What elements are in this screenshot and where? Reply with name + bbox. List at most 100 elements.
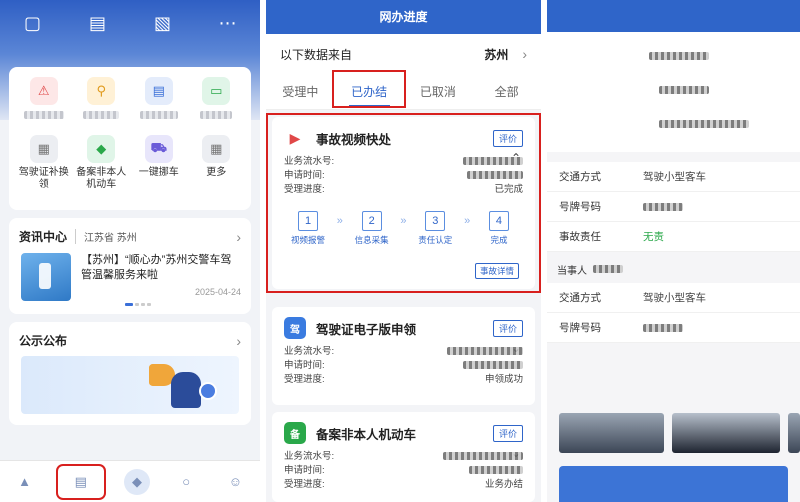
service-label: 一键挪车 xyxy=(138,167,179,178)
record-accident[interactable]: ▶ 事故视频快处 评价 ⌃ 业务流水号: 申请时间: 受理进度:已完成 1视频报… xyxy=(272,117,535,289)
service-label: 驾驶证补换领 xyxy=(18,167,69,190)
party-label: 当事人 xyxy=(557,265,587,277)
record-vehicle-filing[interactable]: 备 备案非本人机动车 评价 ⌄ 业务流水号: 申请时间: 受理进度:业务办结 xyxy=(272,412,535,502)
tab-center-icon[interactable]: ◆ xyxy=(123,468,150,495)
notice-card[interactable]: 公示公布 › xyxy=(9,322,251,425)
tab-service-icon[interactable]: ○ xyxy=(173,469,199,495)
alarm-icon: ⚠ xyxy=(29,77,58,105)
field-label: 交通方式 xyxy=(559,171,601,183)
service-more[interactable]: ▦ 更多 xyxy=(188,135,246,197)
service-vehicle-filing[interactable]: ◆ 备案非本人机动车 xyxy=(73,135,131,197)
tab-cancelled[interactable]: 已取消 xyxy=(404,74,473,109)
step-number: 3 xyxy=(425,211,446,231)
record-license-e[interactable]: 驾 驾驶证电子版申领 评价 ⌄ 业务流水号: 申请时间: 受理进度:申领成功 xyxy=(272,307,535,405)
field-label: 事故责任 xyxy=(559,231,601,243)
step-number: 1 xyxy=(298,211,318,231)
field-label: 业务流水号: xyxy=(284,156,335,167)
clock-icon xyxy=(199,382,217,400)
service-label: 备案非本人机动车 xyxy=(76,167,127,190)
field-label: 受理进度: xyxy=(284,184,325,195)
tab-progress-icon[interactable]: ▤ xyxy=(55,463,106,500)
license-badge-icon: 驾 xyxy=(284,317,306,339)
tab-home-icon[interactable]: ▲ xyxy=(12,469,38,495)
source-label: 以下数据来自 xyxy=(280,47,353,62)
photo-thumbnail[interactable] xyxy=(788,413,800,453)
service-item[interactable]: ▤ xyxy=(130,77,188,139)
news-date: 2025-04-24 xyxy=(194,287,241,297)
bottom-tab-bar: ▲ ▤ ◆ ○ ☺ xyxy=(0,460,260,502)
accident-detail-button[interactable]: 事故详情 xyxy=(474,263,519,279)
tab-all[interactable]: 全部 xyxy=(472,74,541,109)
tab-highlight xyxy=(332,70,406,108)
services-card: ⚠ ⚲ ▤ ▭ ▦ 驾驶证补换领 ◆ 备案非本人机动车 ⛟ 一键挪车 ▦ 更多 xyxy=(9,67,251,210)
page-title: 网办进度 xyxy=(266,0,541,34)
field-label: 业务流水号: xyxy=(284,451,335,462)
evaluate-button[interactable]: 评价 xyxy=(492,319,523,337)
source-city: 苏州 xyxy=(484,47,509,62)
record-title: 事故视频快处 xyxy=(316,132,392,147)
record-title: 驾驶证电子版申领 xyxy=(316,322,417,337)
video-alarm-icon: ▶ xyxy=(284,127,306,149)
car-icon[interactable]: ▢ xyxy=(19,12,47,34)
service-license-renew[interactable]: ▦ 驾驶证补换领 xyxy=(15,135,73,197)
wallet-icon[interactable]: ▧ xyxy=(149,12,177,34)
shield-icon: ◆ xyxy=(87,135,116,163)
service-item[interactable]: ⚲ xyxy=(73,77,131,139)
carousel-dots xyxy=(125,303,151,306)
ticket-icon: ▭ xyxy=(202,77,231,105)
evaluate-button[interactable]: 评价 xyxy=(492,424,523,442)
tow-truck-icon: ⛟ xyxy=(144,135,173,163)
step-number: 2 xyxy=(361,211,382,231)
service-item[interactable]: ⚠ xyxy=(15,77,73,139)
field-label: 号牌号码 xyxy=(559,322,601,334)
license-icon: ▦ xyxy=(29,135,58,163)
data-source-row[interactable]: 以下数据来自 苏州 › xyxy=(266,34,541,74)
home-screen: ▢ ▤ ▧ ⋯ ⚠ ⚲ ▤ ▭ ▦ 驾驶证补换领 ◆ 备案非本人机动车 ⛟ 一键… xyxy=(0,0,260,502)
message-icon[interactable]: ⋯ xyxy=(214,12,242,34)
accident-detail-screen: 交通方式 驾驶小型客车 号牌号码 事故责任 无责 当事人 交通方式 驾驶小型客车 号牌… xyxy=(547,0,800,502)
progress-steps: 1 视频报警 » 2 信息采集 » 3 责任认定 » 4 完成 xyxy=(284,211,523,246)
field-label: 申请时间: xyxy=(284,465,325,476)
double-chevron-icon: » xyxy=(400,215,407,227)
liability-value: 无责 xyxy=(643,231,664,243)
service-move-car[interactable]: ⛟ 一键挪车 xyxy=(130,135,188,197)
accident-photos xyxy=(559,413,800,453)
book-icon: ▤ xyxy=(144,77,173,105)
bottom-action-button[interactable] xyxy=(559,466,788,502)
record-status: 已完成 xyxy=(494,184,523,195)
more-grid-icon: ▦ xyxy=(202,135,231,163)
party-a-info: 交通方式 驾驶小型客车 号牌号码 事故责任 无责 xyxy=(547,162,800,252)
record-status: 申领成功 xyxy=(484,374,523,385)
news-location[interactable]: 江苏省 苏州 xyxy=(75,229,137,244)
record-title: 备案非本人机动车 xyxy=(316,427,417,442)
photo-thumbnail[interactable] xyxy=(671,413,781,453)
step-label: 视频报警 xyxy=(290,235,325,245)
chevron-right-icon[interactable]: › xyxy=(522,46,527,62)
double-chevron-icon: » xyxy=(464,215,471,227)
news-card[interactable]: 资讯中心 江苏省 苏州 › 【苏州】“顺心办”苏州交警车驾管温馨服务来啦 202… xyxy=(9,218,251,314)
redacted-info xyxy=(547,32,800,152)
record-status: 业务办结 xyxy=(484,479,523,490)
news-headline[interactable]: 【苏州】“顺心办”苏州交警车驾管温馨服务来啦 xyxy=(81,253,241,283)
field-label: 受理进度: xyxy=(284,479,325,490)
license-card-icon[interactable]: ▤ xyxy=(84,12,112,34)
field-label: 申请时间: xyxy=(284,170,325,181)
field-label: 交通方式 xyxy=(559,292,601,304)
photo-thumbnail[interactable] xyxy=(559,413,664,453)
evaluate-button[interactable]: 评价 xyxy=(492,129,523,147)
chevron-right-icon[interactable]: › xyxy=(236,229,241,245)
service-item[interactable]: ▭ xyxy=(188,77,246,139)
search-icon: ⚲ xyxy=(87,77,116,105)
field-label: 业务流水号: xyxy=(284,346,335,357)
tab-in-progress[interactable]: 受理中 xyxy=(266,74,335,109)
detail-header xyxy=(547,0,800,32)
notice-banner[interactable] xyxy=(21,356,239,414)
progress-screen: 网办进度 以下数据来自 苏州 › 受理中 已办结 已取消 全部 ▶ 事故视频快处… xyxy=(266,0,541,502)
tab-profile-icon[interactable]: ☺ xyxy=(222,469,248,495)
field-value: 驾驶小型客车 xyxy=(643,292,706,304)
person-illustration xyxy=(171,372,201,408)
chevron-right-icon[interactable]: › xyxy=(236,333,241,349)
field-label: 受理进度: xyxy=(284,374,325,385)
filing-badge-icon: 备 xyxy=(284,422,306,444)
double-chevron-icon: » xyxy=(336,215,343,227)
